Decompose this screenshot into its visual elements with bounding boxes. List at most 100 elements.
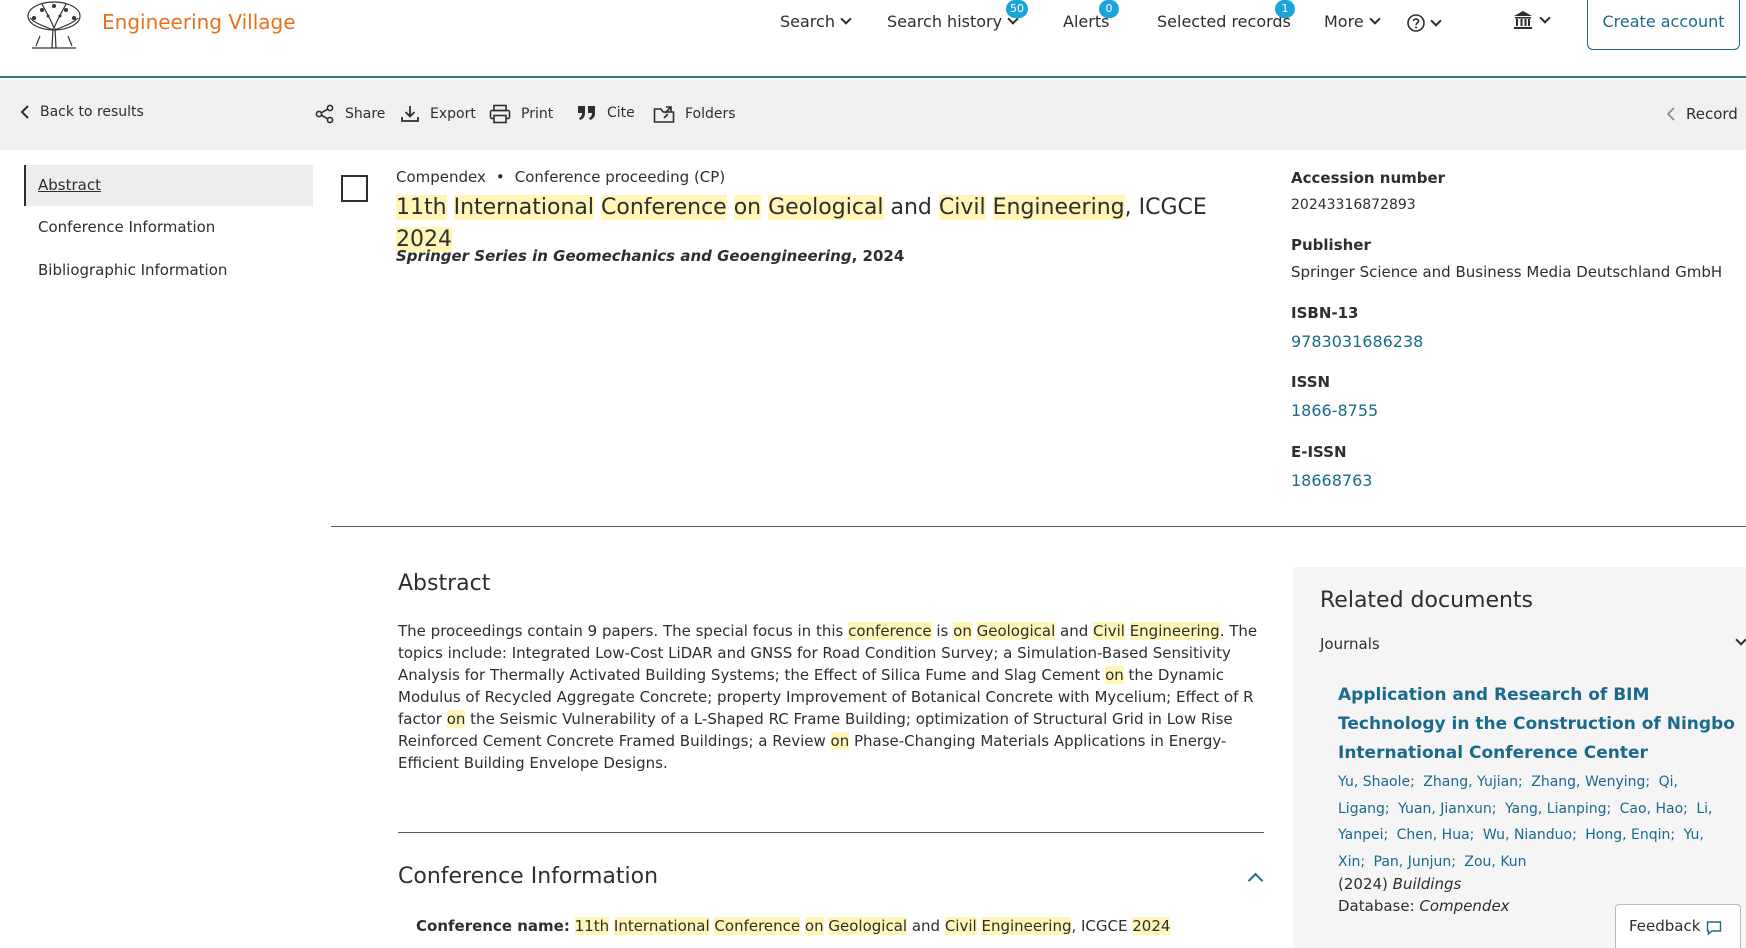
download-icon (401, 106, 419, 122)
text-run: and (1055, 622, 1094, 640)
related-database-label: Database: (1338, 897, 1420, 915)
author-link[interactable]: Yu, Shaole; (1338, 774, 1415, 790)
record-toolbar: Back to results Share Export Print Cite … (0, 80, 1746, 150)
database-name: Compendex (396, 168, 486, 186)
author-link[interactable]: Chen, Hua; (1397, 827, 1475, 843)
nav-selected-records-label: Selected records (1157, 12, 1291, 31)
text-run: and (907, 917, 945, 935)
export-button[interactable]: Export (400, 104, 476, 124)
export-label: Export (430, 106, 476, 122)
create-account-button[interactable]: Create account (1587, 0, 1740, 50)
author-link[interactable]: Zhang, Wenying; (1531, 774, 1650, 790)
back-to-results-link[interactable]: Back to results (20, 104, 144, 120)
issn-label: ISSN (1291, 373, 1331, 391)
feedback-label: Feedback (1629, 917, 1701, 935)
author-link[interactable]: Zhang, Yujian; (1423, 774, 1522, 790)
eissn-link[interactable]: 18668763 (1291, 471, 1372, 490)
highlighted-term: Engineering (981, 917, 1072, 935)
related-document-journal: Buildings (1392, 875, 1462, 893)
isbn-link[interactable]: 9783031686238 (1291, 332, 1423, 351)
accession-number-label: Accession number (1291, 169, 1446, 187)
highlighted-term: on (1105, 666, 1124, 684)
select-record-checkbox[interactable] (341, 175, 368, 202)
related-document-year: (2024) (1338, 875, 1393, 893)
institution-menu[interactable] (1512, 10, 1551, 30)
previous-record-button[interactable]: Record (1666, 105, 1738, 123)
conference-name-label: Conference name: (416, 917, 570, 935)
author-link[interactable]: Pan, Junjun; (1374, 854, 1456, 870)
related-documents-heading: Related documents (1320, 588, 1534, 613)
nav-alerts[interactable]: Alerts 0 (1063, 0, 1119, 31)
brand-name[interactable]: Engineering Village (102, 10, 296, 34)
author-link[interactable]: Yuan, Jianxun; (1398, 801, 1496, 817)
document-type: Conference proceeding (CP) (514, 168, 726, 186)
highlighted-term: Conference (714, 917, 801, 935)
text-run (594, 195, 601, 220)
question-circle-icon (1407, 14, 1425, 32)
highlighted-term: 11th (574, 917, 610, 935)
print-button[interactable]: Print (489, 104, 553, 124)
eissn-label: E-ISSN (1291, 443, 1347, 461)
nav-more[interactable]: More (1324, 12, 1381, 31)
highlighted-term: Civil (938, 195, 986, 220)
highlighted-term: International (453, 195, 594, 220)
highlighted-term: Geological (976, 622, 1056, 640)
highlighted-term: Geological (768, 195, 884, 220)
highlighted-term: on (804, 917, 824, 935)
highlighted-term: on (446, 710, 466, 728)
related-document-database: Database: Compendex (1338, 897, 1510, 915)
publisher-value: Springer Science and Business Media Deut… (1291, 263, 1723, 281)
chevron-left-icon (20, 105, 29, 119)
conference-information-heading: Conference Information (398, 864, 659, 889)
highlighted-term: Engineering (992, 195, 1125, 220)
sidebar-item-abstract[interactable]: Abstract (24, 165, 313, 206)
header-divider (331, 526, 1746, 527)
conference-name-row: Conference name: 11th International Conf… (416, 917, 1171, 935)
record-label: Record (1686, 105, 1738, 123)
author-link[interactable]: Zou, Kun (1464, 854, 1526, 870)
elsevier-tree-logo-icon[interactable] (22, 0, 86, 50)
chat-bubble-icon (1707, 921, 1722, 936)
chevron-left-icon (1666, 107, 1675, 121)
help-menu[interactable] (1407, 14, 1442, 32)
chevron-down-icon[interactable] (1735, 634, 1746, 646)
related-document-title-link[interactable]: Application and Research of BIM Technolo… (1338, 681, 1743, 768)
chevron-up-icon[interactable] (1247, 872, 1264, 889)
related-database-value: Compendex (1419, 897, 1510, 915)
search-history-count-badge: 50 (1006, 0, 1028, 18)
highlighted-term: Geological (828, 917, 908, 935)
sidebar-item-bibliographic-information[interactable]: Bibliographic Information (24, 250, 313, 291)
nav-search[interactable]: Search (780, 12, 852, 31)
highlighted-term: 2024 (1132, 917, 1171, 935)
text-run (727, 195, 734, 220)
highlighted-term: Engineering (1129, 622, 1220, 640)
nav-more-label: More (1324, 12, 1364, 31)
author-link[interactable]: Hong, Enqin; (1585, 827, 1675, 843)
nav-search-history[interactable]: Search history 50 (887, 0, 1028, 31)
issn-link[interactable]: 1866-8755 (1291, 401, 1378, 420)
share-label: Share (345, 106, 386, 122)
related-journals-tab[interactable]: Journals (1320, 635, 1380, 653)
feedback-button[interactable]: Feedback (1615, 904, 1741, 948)
alerts-count-badge: 0 (1099, 0, 1119, 18)
author-link[interactable]: Wu, Nianduo; (1483, 827, 1577, 843)
share-button[interactable]: Share (315, 104, 385, 124)
isbn-label: ISBN-13 (1291, 304, 1359, 322)
nav-selected-records[interactable]: Selected records 1 (1157, 0, 1295, 31)
folders-button[interactable]: Folders (653, 104, 736, 124)
highlighted-term: Civil (1093, 622, 1125, 640)
text-run: is (931, 622, 954, 640)
folder-add-icon (653, 106, 675, 123)
highlighted-term: 11th (396, 195, 447, 220)
cite-button[interactable]: Cite (577, 104, 635, 122)
separator-dot: • (495, 168, 505, 186)
abstract-heading: Abstract (398, 571, 491, 596)
sidebar-item-conference-information[interactable]: Conference Information (24, 207, 313, 248)
related-documents-panel: Related documents Journals Application a… (1293, 567, 1746, 948)
author-link[interactable]: Yang, Lianping; (1505, 801, 1611, 817)
print-icon (489, 104, 511, 124)
publisher-label: Publisher (1291, 236, 1371, 254)
share-icon (315, 104, 334, 124)
top-navigation-bar: Engineering Village Search Search histor… (0, 0, 1746, 78)
author-link[interactable]: Cao, Hao; (1620, 801, 1688, 817)
